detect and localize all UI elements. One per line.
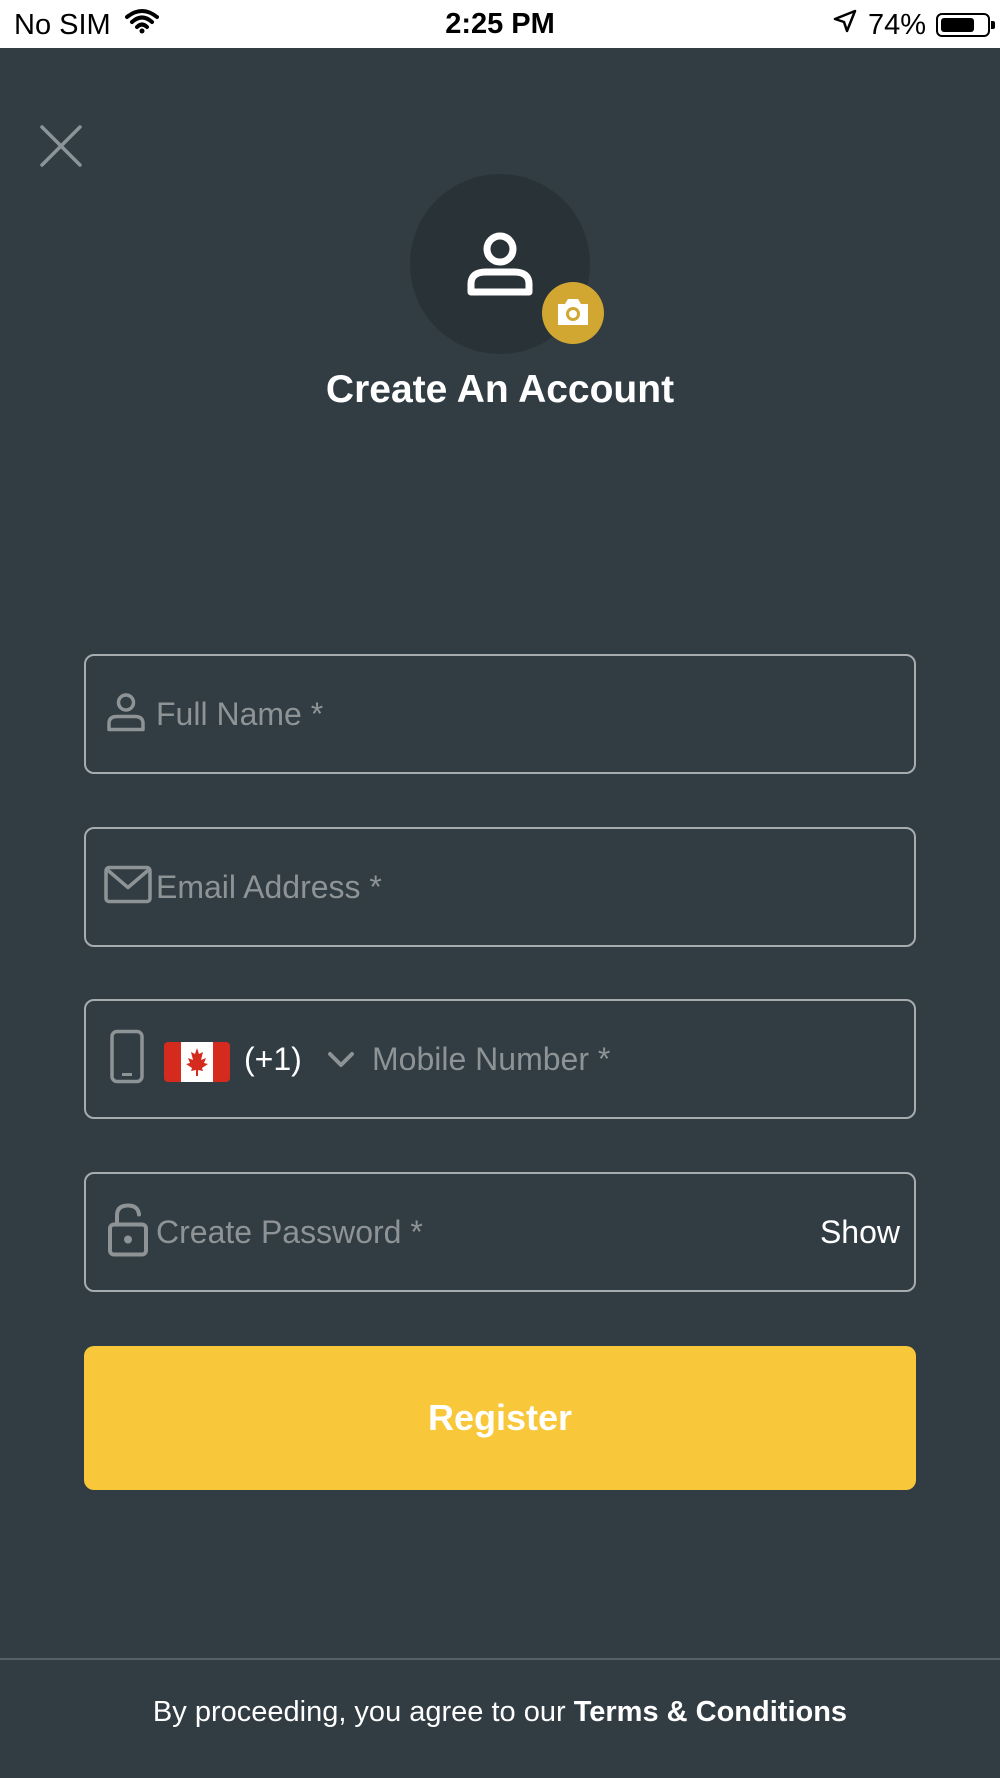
terms-footer: By proceeding, you agree to our Terms & … xyxy=(0,1696,1000,1729)
phone-icon xyxy=(110,1029,144,1089)
person-icon xyxy=(466,232,534,301)
show-password-toggle[interactable]: Show xyxy=(820,1214,900,1251)
battery-percent: 74% xyxy=(867,8,926,41)
page-title: Create An Account xyxy=(325,368,675,411)
password-field[interactable]: Show xyxy=(84,1172,916,1292)
mobile-field[interactable]: (+1) xyxy=(84,999,916,1119)
lock-icon xyxy=(108,1203,148,1262)
terms-link[interactable]: Terms & Conditions xyxy=(574,1696,847,1728)
status-right: 74% xyxy=(832,8,995,42)
mobile-number-input[interactable] xyxy=(372,1001,902,1117)
canada-flag-icon[interactable] xyxy=(164,1042,230,1082)
close-icon[interactable] xyxy=(38,123,84,169)
password-input[interactable] xyxy=(156,1174,736,1290)
person-outline-icon xyxy=(106,692,146,737)
chevron-down-icon[interactable] xyxy=(326,1045,356,1080)
battery-cap xyxy=(991,21,995,29)
full-name-field[interactable] xyxy=(84,654,916,774)
register-button[interactable]: Register xyxy=(84,1346,916,1490)
battery-icon xyxy=(936,13,995,37)
footer-divider xyxy=(0,1658,1000,1660)
full-name-input[interactable] xyxy=(156,656,896,772)
mail-icon xyxy=(104,865,152,909)
camera-icon xyxy=(558,299,588,325)
email-input[interactable] xyxy=(156,829,896,945)
camera-badge[interactable] xyxy=(542,282,604,344)
dial-code[interactable]: (+1) xyxy=(244,1041,302,1078)
location-arrow-icon xyxy=(832,8,858,42)
email-field[interactable] xyxy=(84,827,916,947)
battery-fill xyxy=(941,18,974,32)
terms-text: By proceeding, you agree to our xyxy=(152,1696,574,1728)
status-bar: No SIM 2:25 PM 74% xyxy=(0,0,1000,48)
